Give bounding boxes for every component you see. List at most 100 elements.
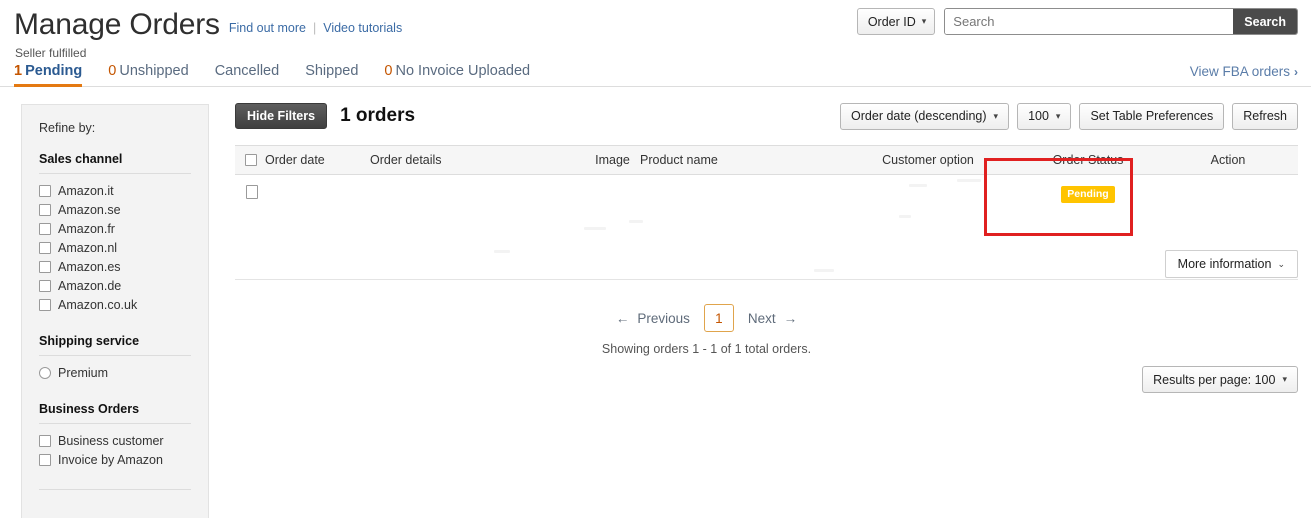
search-scope-label: Order ID xyxy=(868,15,916,29)
page-size-dropdown[interactable]: 100 ▾ xyxy=(1017,103,1071,130)
find-out-more-link[interactable]: Find out more xyxy=(229,21,306,35)
filter-option-label: Amazon.fr xyxy=(58,222,115,236)
previous-page-label: Previous xyxy=(637,311,690,326)
filter-option-premium[interactable]: Premium xyxy=(39,363,191,382)
tab-pending[interactable]: 1Pending xyxy=(14,63,82,87)
column-header-label: Action xyxy=(1211,153,1246,167)
checkbox-icon[interactable] xyxy=(39,280,51,292)
filter-option-amazon-de[interactable]: Amazon.de xyxy=(39,276,191,295)
video-tutorials-link[interactable]: Video tutorials xyxy=(323,21,402,35)
sort-order-label: Order date (descending) xyxy=(851,109,987,123)
chevron-down-icon: ▾ xyxy=(1056,112,1061,121)
filter-option-amazon-co-uk[interactable]: Amazon.co.uk xyxy=(39,295,191,314)
checkbox-icon[interactable] xyxy=(39,299,51,311)
chevron-down-icon: ▾ xyxy=(1282,375,1287,384)
orders-count-label: 1 orders xyxy=(340,105,415,127)
tab-unshipped-count: 0 xyxy=(108,63,116,79)
view-fba-orders-link[interactable]: View FBA orders › xyxy=(1190,64,1298,79)
status-badge: Pending xyxy=(1061,186,1114,203)
chevron-right-icon: › xyxy=(1294,65,1298,79)
previous-page-button[interactable]: ← Previous xyxy=(616,311,690,326)
orders-main-panel: Hide Filters 1 orders Order date (descen… xyxy=(209,87,1311,393)
filter-option-amazon-fr[interactable]: Amazon.fr xyxy=(39,219,191,238)
pagination: ← Previous 1 Next → xyxy=(235,304,1298,332)
refresh-button[interactable]: Refresh xyxy=(1232,103,1298,130)
filter-divider xyxy=(39,423,191,424)
filter-option-label: Amazon.nl xyxy=(58,241,117,255)
page-number-1[interactable]: 1 xyxy=(704,304,734,332)
column-header-label: Image xyxy=(595,153,630,167)
column-header-product-name[interactable]: Product name xyxy=(640,146,838,175)
tab-unshipped[interactable]: 0Unshipped xyxy=(108,63,188,87)
checkbox-icon[interactable] xyxy=(39,435,51,447)
filter-divider xyxy=(39,355,191,356)
more-information-label: More information xyxy=(1178,257,1272,271)
tab-shipped[interactable]: Shipped xyxy=(305,63,358,87)
filter-option-label: Amazon.co.uk xyxy=(58,298,137,312)
link-separator: | xyxy=(313,21,316,35)
checkbox-icon[interactable] xyxy=(39,454,51,466)
toolbar-right-controls: Order date (descending) ▾ 100 ▾ Set Tabl… xyxy=(840,103,1298,130)
filter-group-sales-channel: Sales channel Amazon.it Amazon.se Amazon… xyxy=(39,152,191,314)
radio-icon[interactable] xyxy=(39,367,51,379)
tab-pending-label: Pending xyxy=(25,63,82,79)
filter-group-business-orders: Business Orders Business customer Invoic… xyxy=(39,402,191,490)
column-header-label: Customer option xyxy=(882,153,974,167)
tab-no-invoice-label: No Invoice Uploaded xyxy=(395,63,530,79)
column-header-order-details[interactable]: Order details xyxy=(370,146,585,175)
sort-order-dropdown[interactable]: Order date (descending) ▾ xyxy=(840,103,1009,130)
chevron-down-icon: ▾ xyxy=(994,112,999,121)
next-page-button[interactable]: Next → xyxy=(748,311,797,326)
filter-option-amazon-nl[interactable]: Amazon.nl xyxy=(39,238,191,257)
search-input[interactable] xyxy=(945,9,1233,34)
filter-option-amazon-es[interactable]: Amazon.es xyxy=(39,257,191,276)
filter-option-invoice-by-amazon[interactable]: Invoice by Amazon xyxy=(39,450,191,469)
tab-cancelled-label: Cancelled xyxy=(215,63,280,79)
search-box: Search xyxy=(944,8,1298,35)
results-per-page-dropdown[interactable]: Results per page: 100 ▾ xyxy=(1142,366,1298,393)
content-area: Refine by: Sales channel Amazon.it Amazo… xyxy=(0,87,1311,518)
filter-divider xyxy=(39,173,191,174)
filter-option-business-customer[interactable]: Business customer xyxy=(39,431,191,450)
hide-filters-button[interactable]: Hide Filters xyxy=(235,103,327,130)
more-information-row: More information ⌄ xyxy=(235,250,1298,278)
tabs-list: 1Pending 0Unshipped Cancelled Shipped 0N… xyxy=(14,56,1297,87)
checkbox-icon[interactable] xyxy=(39,242,51,254)
column-header-label: Order details xyxy=(370,153,442,167)
column-header-image: Image xyxy=(585,146,640,175)
set-table-preferences-button[interactable]: Set Table Preferences xyxy=(1079,103,1224,130)
checkbox-icon[interactable] xyxy=(39,261,51,273)
checkbox-icon[interactable] xyxy=(39,204,51,216)
filter-group-title: Sales channel xyxy=(39,152,191,166)
column-header-label: Product name xyxy=(640,153,718,167)
column-header-order-date[interactable]: Order date xyxy=(235,146,370,175)
filter-option-amazon-se[interactable]: Amazon.se xyxy=(39,200,191,219)
order-status-tabs: 1Pending 0Unshipped Cancelled Shipped 0N… xyxy=(0,56,1311,87)
view-fba-orders-label: View FBA orders xyxy=(1190,64,1290,79)
filter-group-shipping-service: Shipping service Premium xyxy=(39,334,191,382)
filters-sidebar: Refine by: Sales channel Amazon.it Amazo… xyxy=(21,104,209,518)
tab-shipped-label: Shipped xyxy=(305,63,358,79)
checkbox-icon[interactable] xyxy=(39,185,51,197)
select-all-checkbox[interactable] xyxy=(245,154,257,166)
tab-cancelled[interactable]: Cancelled xyxy=(215,63,280,87)
filter-group-title: Shipping service xyxy=(39,334,191,348)
more-information-button[interactable]: More information ⌄ xyxy=(1165,250,1298,278)
column-header-label: Order Status xyxy=(1053,153,1124,167)
search-button[interactable]: Search xyxy=(1233,9,1297,34)
filter-option-label: Business customer xyxy=(58,434,164,448)
row-select-checkbox[interactable] xyxy=(246,185,258,199)
table-toolbar: Hide Filters 1 orders Order date (descen… xyxy=(235,101,1298,131)
tab-no-invoice-uploaded[interactable]: 0No Invoice Uploaded xyxy=(384,63,530,87)
page-header: Manage Orders Find out more | Video tuto… xyxy=(0,0,1311,56)
orders-table-head: Order date Order details Image Product n… xyxy=(235,146,1298,175)
filter-option-label: Amazon.se xyxy=(58,203,121,217)
set-table-preferences-label: Set Table Preferences xyxy=(1090,109,1213,123)
filter-option-amazon-it[interactable]: Amazon.it xyxy=(39,181,191,200)
checkbox-icon[interactable] xyxy=(39,223,51,235)
filter-option-label: Amazon.it xyxy=(58,184,114,198)
column-header-label: Order date xyxy=(265,153,325,167)
refine-by-label: Refine by: xyxy=(39,121,191,135)
search-scope-dropdown[interactable]: Order ID ▾ xyxy=(857,8,935,35)
column-header-customer-option: Customer option xyxy=(838,146,1018,175)
